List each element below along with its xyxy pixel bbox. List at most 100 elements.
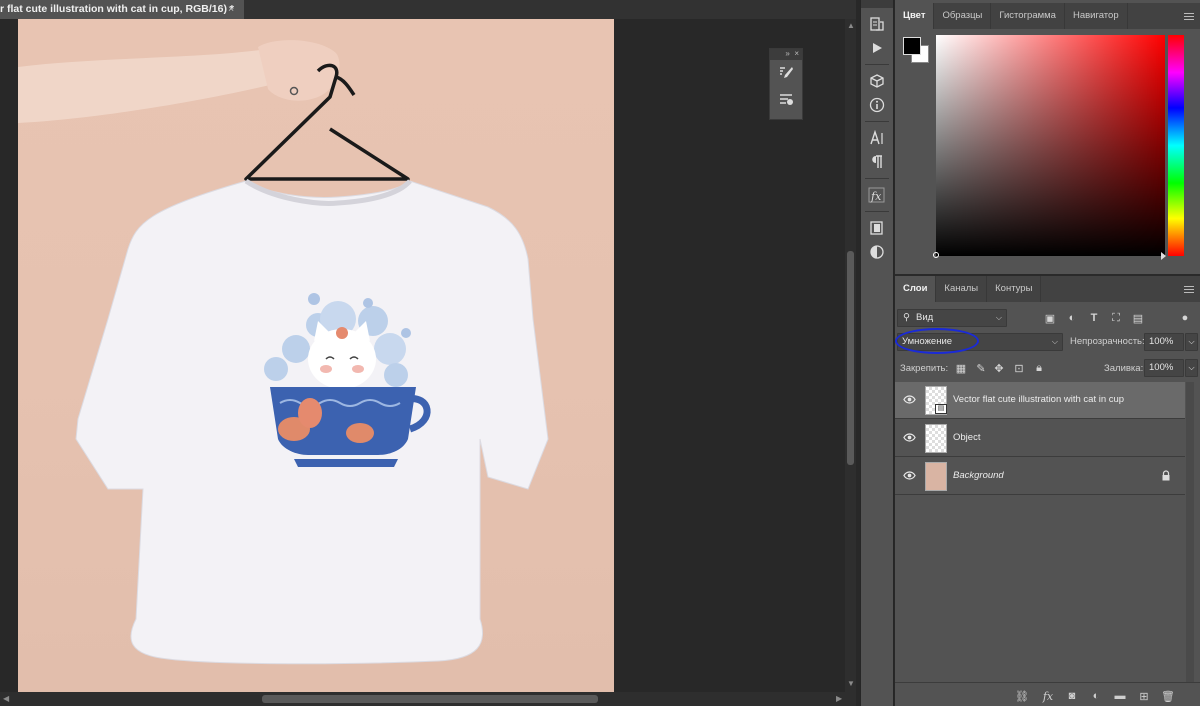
opacity-input[interactable]: 100%	[1144, 333, 1184, 351]
add-layer-style-icon[interactable]: fx	[1041, 689, 1055, 703]
new-layer-icon[interactable]: ⊞	[1137, 689, 1151, 703]
filter-adjustment-icon[interactable]: ◐	[1065, 311, 1079, 325]
tab-layers[interactable]: Слои	[895, 276, 937, 302]
layers-scrollbar[interactable]	[1186, 382, 1194, 682]
document-tab-title: r flat cute illustration with cat in cup…	[0, 3, 234, 15]
lock-position-icon[interactable]: ✥	[992, 361, 1006, 375]
layer-name: Object	[953, 432, 981, 443]
libraries-icon[interactable]	[861, 216, 893, 240]
arm-shape	[18, 49, 294, 123]
document-tab-bar: r flat cute illustration with cat in cup…	[0, 0, 856, 19]
smart-object-badge-icon: ▤	[935, 404, 947, 414]
chevron-down-icon: ⌵	[995, 313, 1002, 322]
fill-dropdown-button[interactable]: ⌵	[1185, 359, 1198, 377]
fill-value: 100%	[1149, 362, 1174, 373]
character-icon[interactable]	[861, 126, 893, 150]
blend-mode-highlight-annotation	[895, 328, 979, 354]
tab-paths[interactable]: Контуры	[987, 276, 1042, 302]
foreground-color-swatch[interactable]	[903, 37, 921, 55]
floating-brush-panel: » ×	[769, 48, 803, 120]
brush-presets-icon[interactable]	[770, 86, 802, 112]
hand-shape	[258, 40, 340, 101]
lock-transparent-icon[interactable]: ▦	[954, 361, 968, 375]
layer-row-vector-illustration[interactable]: ▤ Vector flat cute illustration with cat…	[895, 382, 1185, 419]
opacity-value: 100%	[1149, 336, 1174, 347]
layers-panel: Слои Каналы Контуры ⚲ Вид ⌵ ▣ ◐ T ⛶ ▤ ● …	[895, 276, 1200, 706]
scroll-up-icon[interactable]: ▲	[847, 21, 855, 30]
scroll-left-icon[interactable]: ◀	[3, 694, 9, 703]
panel-icon-strip: fx	[860, 0, 894, 706]
eye-icon[interactable]	[903, 469, 916, 482]
paragraph-icon[interactable]	[861, 150, 893, 174]
layer-filter-label: Вид	[916, 312, 934, 323]
layers-bottom-toolbar: ⛓ fx ◙ ◐ ▬ ⊞ 🗑︎	[895, 682, 1200, 706]
eye-icon[interactable]	[903, 393, 916, 406]
vertical-scrollbar[interactable]: ▲ ▼	[845, 19, 856, 692]
brush-settings-icon[interactable]	[770, 60, 802, 86]
chevron-down-icon: ⌵	[1188, 337, 1195, 346]
floating-panel-header[interactable]: » ×	[770, 49, 802, 60]
color-panel-menu-icon[interactable]	[1184, 13, 1194, 20]
vertical-scroll-thumb[interactable]	[847, 251, 854, 465]
info-icon[interactable]	[861, 93, 893, 117]
adjustments-icon[interactable]	[861, 240, 893, 264]
color-picker-marker[interactable]	[933, 252, 939, 258]
lock-artboard-icon[interactable]: ⊡	[1012, 361, 1026, 375]
lock-image-icon[interactable]: ✎	[974, 361, 988, 375]
eye-icon[interactable]	[903, 431, 916, 444]
layer-row-object[interactable]: Object	[895, 420, 1185, 457]
fill-input[interactable]: 100%	[1144, 359, 1184, 377]
chevron-down-icon: ⌵	[1051, 337, 1058, 346]
filter-pixel-icon[interactable]: ▣	[1043, 311, 1057, 325]
right-panel-dock: Цвет Образцы Гистограмма Навигатор Слои …	[895, 0, 1200, 706]
link-layers-icon[interactable]: ⛓	[1015, 689, 1029, 703]
close-tab-icon[interactable]: ×	[228, 0, 234, 18]
color-panel	[895, 26, 1200, 274]
saturation-brightness-field[interactable]	[936, 35, 1165, 256]
hue-slider[interactable]	[1168, 35, 1184, 256]
tab-channels[interactable]: Каналы	[936, 276, 988, 302]
strip-grip[interactable]	[861, 0, 893, 8]
lock-all-icon[interactable]: 🔒︎	[1032, 361, 1046, 375]
lock-label: Закрепить:	[900, 363, 949, 374]
layer-name: Background	[953, 470, 1004, 481]
layers-panel-tabs: Слои Каналы Контуры	[895, 276, 1200, 302]
horizontal-scrollbar[interactable]: ◀ ▶	[0, 692, 856, 706]
canvas-workspace	[0, 19, 845, 692]
filter-shape-icon[interactable]: ⛶	[1109, 311, 1123, 325]
new-group-icon[interactable]: ▬	[1113, 689, 1127, 703]
fill-label: Заливка:	[1104, 363, 1144, 374]
lock-icon	[1162, 470, 1170, 481]
hanger-hook	[335, 75, 356, 96]
new-adjustment-layer-icon[interactable]: ◐	[1089, 689, 1103, 703]
document-tab[interactable]: r flat cute illustration with cat in cup…	[0, 0, 244, 19]
layers-panel-menu-icon[interactable]	[1184, 286, 1194, 293]
layer-name: Vector flat cute illustration with cat i…	[953, 394, 1125, 405]
filter-type-icon[interactable]: T	[1087, 311, 1101, 325]
fx-styles-icon[interactable]: fx	[861, 183, 893, 207]
horizontal-scroll-thumb[interactable]	[262, 695, 598, 703]
svg-text:fx: fx	[870, 190, 882, 203]
lock-row: Закрепить: ▦ ✎ ✥ ⊡ 🔒︎ Заливка: 100% ⌵	[895, 358, 1200, 378]
play-actions-icon[interactable]	[861, 36, 893, 60]
filter-toggle-icon[interactable]: ●	[1178, 311, 1192, 325]
filter-smart-object-icon[interactable]: ▤	[1131, 311, 1145, 325]
hue-slider-arrow-icon[interactable]	[1161, 252, 1166, 260]
layer-thumbnail	[925, 462, 947, 491]
3d-cube-icon[interactable]	[861, 69, 893, 93]
add-mask-icon[interactable]: ◙	[1065, 689, 1079, 703]
layer-filter-select[interactable]: ⚲ Вид ⌵	[897, 309, 1007, 327]
delete-layer-icon[interactable]: 🗑︎	[1161, 689, 1175, 703]
chevron-down-icon: ⌵	[1188, 363, 1195, 372]
opacity-label: Непрозрачность:	[1070, 336, 1145, 347]
photo-tshirt-on-hanger	[18, 40, 549, 665]
document-canvas[interactable]	[18, 19, 614, 692]
opacity-dropdown-button[interactable]: ⌵	[1185, 333, 1198, 351]
layer-row-background[interactable]: Background	[895, 458, 1185, 495]
search-icon: ⚲	[903, 312, 910, 323]
layer-filter-row: ⚲ Вид ⌵ ▣ ◐ T ⛶ ▤ ●	[895, 308, 1200, 328]
scroll-down-icon[interactable]: ▼	[847, 679, 855, 688]
scroll-right-icon[interactable]: ▶	[836, 694, 842, 703]
history-icon[interactable]	[861, 12, 893, 36]
layer-thumbnail	[925, 424, 947, 453]
